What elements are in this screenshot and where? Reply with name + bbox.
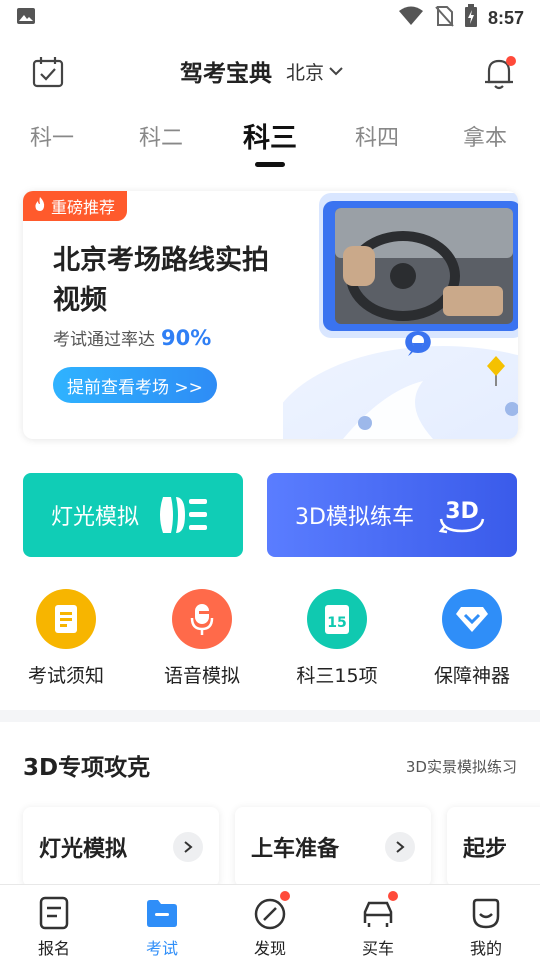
svg-text:3D: 3D (445, 499, 479, 524)
card-light-simulation[interactable]: 灯光模拟 (23, 807, 219, 887)
nav-signup[interactable]: 报名 (14, 895, 94, 959)
route-video-illustration (268, 191, 518, 439)
nav-discover-label: 发现 (253, 939, 286, 958)
app-header: 驾考宝典 北京 (0, 44, 540, 100)
active-tab-indicator (255, 162, 285, 167)
quick-subject3-items-label: 科三15项 (296, 665, 378, 687)
quick-exam-notice-label: 考试须知 (27, 665, 104, 687)
quick-voice-simulation[interactable]: 语音模拟 (142, 589, 262, 688)
tab-subject-1[interactable]: 科一 (30, 120, 74, 152)
tab-subject-3[interactable]: 科三 (243, 116, 297, 155)
flame-icon (33, 196, 47, 216)
pass-rate-label: 考试通过率达 (53, 330, 155, 350)
document-icon (36, 589, 96, 649)
folder-icon (144, 895, 180, 931)
city-label: 北京 (286, 61, 325, 84)
chevron-right-icon (385, 832, 415, 862)
quick-guarantee[interactable]: 保障神器 (412, 589, 532, 688)
microphone-icon (172, 589, 232, 649)
light-simulation-label: 灯光模拟 (51, 505, 140, 530)
subject-tabs: 科一 科二 科三 科四 拿本 (0, 110, 540, 170)
battery-icon (464, 4, 478, 32)
status-time: 8:57 (487, 7, 524, 28)
card-label: 上车准备 (251, 837, 340, 862)
buy-car-badge (388, 891, 398, 901)
compass-icon (252, 891, 290, 931)
3d-practice-button[interactable]: 3D模拟练车 3D (267, 473, 517, 557)
nav-exam[interactable]: 考试 (122, 895, 202, 959)
chevron-right-icon (173, 832, 203, 862)
recommend-tag-label: 重磅推荐 (51, 198, 116, 217)
recommend-tag: 重磅推荐 (23, 191, 128, 221)
3d-practice-label: 3D模拟练车 (295, 505, 414, 530)
3d-rotate-icon: 3D (437, 493, 487, 543)
calendar-15-icon: 15 (307, 589, 367, 649)
section-divider (0, 710, 540, 722)
calendar-button[interactable] (30, 54, 66, 90)
card-boarding-prep[interactable]: 上车准备 (235, 807, 431, 887)
view-exam-site-button[interactable]: 提前查看考场 >> (53, 367, 217, 403)
banner-title: 北京考场路线实拍视频 (53, 245, 269, 316)
bottom-navigation: 报名 考试 发现 买车 我的 (0, 884, 540, 960)
image-notification-icon (16, 7, 36, 29)
smile-icon (468, 895, 504, 931)
section-title: 3D专项攻克 (23, 755, 151, 781)
signup-list-icon (36, 895, 72, 931)
banner-subtitle: 考试通过率达 90% (53, 325, 211, 350)
car-icon (360, 891, 398, 931)
tab-subject-2[interactable]: 科二 (139, 120, 183, 152)
bell-icon (480, 59, 518, 96)
chevron-down-icon (328, 60, 344, 82)
calendar-check-icon (30, 57, 66, 94)
tab-subject-4[interactable]: 科四 (355, 120, 399, 152)
quick-exam-notice[interactable]: 考试须知 (6, 589, 126, 688)
headlight-icon (159, 493, 213, 543)
diamond-shield-icon (442, 589, 502, 649)
nav-discover[interactable]: 发现 (230, 891, 310, 959)
status-bar: 8:57 (0, 0, 540, 36)
card-label: 起步 (463, 837, 508, 862)
quick-voice-simulation-label: 语音模拟 (163, 665, 240, 687)
nav-exam-label: 考试 (145, 939, 178, 958)
app-title: 驾考宝典 (180, 61, 272, 87)
tab-get-license[interactable]: 拿本 (463, 120, 507, 152)
quick-subject3-items[interactable]: 15 科三15项 (277, 589, 397, 688)
city-selector[interactable]: 北京 (286, 58, 344, 85)
nav-profile-label: 我的 (469, 939, 502, 958)
section-more-link[interactable]: 3D实景模拟练习 (406, 756, 517, 777)
no-sim-icon (434, 5, 454, 31)
nav-buy-car-label: 买车 (361, 939, 394, 958)
pass-rate-value: 90% (161, 326, 212, 350)
light-simulation-button[interactable]: 灯光模拟 (23, 473, 243, 557)
svg-text:15: 15 (327, 615, 346, 631)
notification-badge (506, 56, 516, 66)
wifi-icon (398, 6, 424, 30)
card-start[interactable]: 起步 (447, 807, 540, 887)
promo-banner[interactable]: 重磅推荐 北京考场路线实拍视频 考试通过率达 90% 提前查看考场 >> (23, 191, 518, 439)
notification-button[interactable] (480, 54, 518, 92)
nav-buy-car[interactable]: 买车 (338, 891, 418, 959)
nav-profile[interactable]: 我的 (446, 895, 526, 959)
nav-signup-label: 报名 (37, 939, 70, 958)
discover-badge (280, 891, 290, 901)
quick-guarantee-label: 保障神器 (433, 665, 510, 687)
card-label: 灯光模拟 (39, 837, 128, 862)
